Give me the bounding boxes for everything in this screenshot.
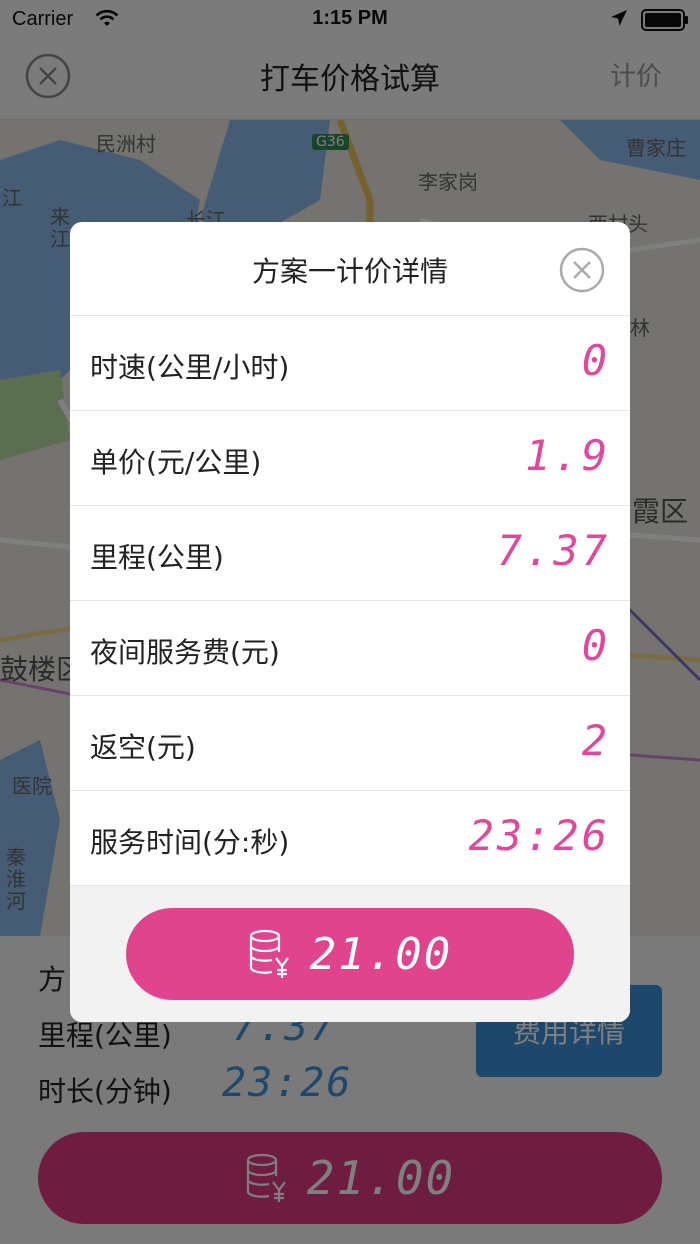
detail-row-speed: 时速(公里/小时) 0 [70,316,630,411]
row-value: 7.37 [496,526,610,575]
row-label: 单价(元/公里) [90,446,262,479]
row-label: 夜间服务费(元) [90,636,280,669]
row-value: 2 [581,716,610,765]
coin-stack-yuan-icon [249,929,289,978]
pricing-detail-list: 时速(公里/小时) 0 单价(元/公里) 1.9 里程(公里) 7.37 夜间服… [70,316,630,886]
modal-title: 方案一计价详情 [251,255,448,288]
row-label: 时速(公里/小时) [90,351,290,384]
detail-row-unit-price: 单价(元/公里) 1.9 [70,411,630,506]
row-value: 23:26 [468,811,610,860]
modal-close-icon[interactable] [558,246,606,294]
detail-row-distance: 里程(公里) 7.37 [70,506,630,601]
row-label: 里程(公里) [90,541,224,574]
modal-total-button[interactable]: 21.00 [126,908,574,1000]
row-value: 1.9 [525,431,610,480]
row-label: 服务时间(分:秒) [90,826,290,859]
row-value: 0 [581,336,610,385]
detail-row-return-empty: 返空(元) 2 [70,696,630,791]
modal-header: 方案一计价详情 [70,222,630,316]
detail-row-night-fee: 夜间服务费(元) 0 [70,601,630,696]
modal-footer: 21.00 [70,886,630,1022]
detail-row-service-time: 服务时间(分:秒) 23:26 [70,791,630,886]
row-label: 返空(元) [90,731,196,764]
row-value: 0 [581,621,610,670]
pricing-detail-modal: 方案一计价详情 时速(公里/小时) 0 单价(元/公里) 1.9 里程(公里) … [70,222,630,1022]
modal-total-amount: 21.00 [309,928,453,980]
